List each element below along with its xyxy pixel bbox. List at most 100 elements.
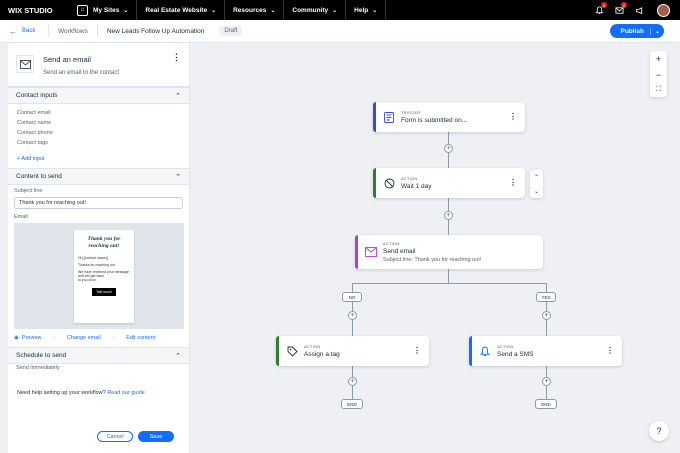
email-template-greeting: Hi {{contact.name}},	[78, 256, 109, 260]
automation-name[interactable]: New Leads Follow Up Automation	[96, 25, 214, 37]
user-avatar[interactable]	[657, 3, 670, 17]
section-contact-inputs[interactable]: Contact inputs ⌃	[8, 87, 189, 104]
menu-my-sites[interactable]: My Sites ⌄	[93, 0, 136, 20]
my-sites-menu[interactable]: ⌂ My Sites ⌄	[63, 0, 136, 20]
add-step-button[interactable]: +	[348, 377, 357, 386]
more-options-icon[interactable]: ⋮	[413, 347, 421, 355]
subject-input[interactable]: Thank you for reaching out!	[14, 197, 183, 209]
preview-actions: ◉ Preview | Change email | Edit content	[8, 329, 189, 343]
cancel-button[interactable]: Cancel	[97, 431, 133, 442]
send-email-node[interactable]: ACTION Send email Subject line: Thank yo…	[355, 235, 543, 269]
trigger-node[interactable]: TRIGGER Form is submitted on... ⋮	[373, 102, 525, 132]
panel-actions: Cancel Save	[97, 431, 174, 442]
node-accent-bar	[373, 102, 376, 132]
connector	[546, 386, 547, 399]
more-options-icon[interactable]: ⋮	[606, 347, 614, 355]
menu-site-name[interactable]: Real Estate Website ⌄	[136, 0, 224, 20]
change-email-button[interactable]: Change email	[67, 335, 101, 341]
back-button[interactable]: ← Back	[0, 27, 48, 36]
zoom-out-icon[interactable]: −	[656, 70, 661, 80]
wait-node[interactable]: ACTION Wait 1 day ⋮	[373, 168, 525, 198]
chevron-up-icon[interactable]: ⌃	[534, 174, 539, 181]
contact-inputs-list: Contact email Contact name Contact phone…	[8, 104, 189, 148]
assign-tag-node[interactable]: ACTION Assign a tag ⋮	[276, 336, 429, 366]
bell-icon	[479, 345, 491, 357]
add-input-button[interactable]: + Add input	[8, 148, 189, 168]
help-button[interactable]: ?	[649, 421, 669, 441]
read-guide-link[interactable]: Read our guide	[107, 390, 145, 396]
more-options-icon[interactable]: ⋮	[509, 179, 517, 187]
send-sms-node[interactable]: ACTION Send a SMS ⋮	[469, 336, 622, 366]
chevron-down-icon[interactable]: ⌄	[649, 27, 664, 35]
email-label: Email	[14, 214, 28, 220]
branch-no-label: NO	[342, 292, 362, 302]
schedule-value: Send immediately	[16, 365, 60, 371]
inbox-icon[interactable]: 5	[609, 0, 629, 20]
connector	[352, 386, 353, 399]
add-step-button[interactable]: +	[444, 144, 453, 153]
chevron-up-icon[interactable]: ⌃	[175, 352, 181, 360]
chevron-down-icon[interactable]: ⌄	[534, 188, 539, 195]
menu-help[interactable]: Help ⌄	[345, 0, 387, 20]
question-icon: ?	[656, 426, 662, 436]
edit-content-button[interactable]: Edit content	[126, 335, 155, 341]
list-item: Contact phone	[17, 130, 53, 136]
wix-studio-logo[interactable]: WIX STUDIO	[0, 6, 63, 15]
more-options-icon[interactable]: ⋮	[172, 53, 181, 86]
megaphone-icon[interactable]	[629, 0, 649, 20]
top-bar: WIX STUDIO ⌂ My Sites ⌄ Real Estate Websi…	[0, 0, 680, 20]
bell-icon[interactable]: 4	[589, 0, 609, 20]
zoom-in-icon[interactable]: +	[656, 54, 661, 64]
connector	[352, 320, 353, 336]
menu-resources[interactable]: Resources ⌄	[224, 0, 283, 20]
add-step-button[interactable]: +	[348, 311, 357, 320]
section-content-to-send[interactable]: Content to send ⌃	[8, 168, 189, 185]
email-template-body: to you soon.	[78, 278, 98, 282]
end-node: END	[535, 399, 557, 409]
zoom-controls: + − ⛶	[650, 51, 667, 97]
status-badge: Draft	[219, 26, 243, 36]
email-template-body: Thanks for reaching out.	[78, 263, 116, 267]
menu-community[interactable]: Community ⌄	[283, 0, 345, 20]
connector	[448, 198, 449, 211]
more-options-icon[interactable]: ⋮	[509, 113, 517, 121]
node-accent-bar	[355, 235, 358, 269]
step-title: Send an email	[43, 55, 91, 64]
chevron-up-icon[interactable]: ⌃	[175, 173, 181, 181]
notification-badge: 4	[601, 2, 607, 8]
node-title: Send email	[383, 248, 416, 255]
section-schedule[interactable]: Schedule to send ⌃	[8, 347, 189, 364]
branch-connector	[352, 283, 546, 284]
connector	[352, 302, 353, 311]
node-title: Form is submitted on...	[401, 117, 468, 124]
connector	[546, 283, 547, 292]
envelope-icon	[16, 55, 34, 73]
envelope-icon	[365, 246, 377, 258]
arrow-left-icon: ←	[9, 26, 17, 36]
node-type-label: ACTION	[304, 344, 321, 349]
reorder-controls: ⌃ ⌄	[530, 170, 543, 198]
chevron-down-icon: ⌄	[372, 7, 378, 14]
publish-button[interactable]: Publish ⌄	[610, 24, 664, 38]
node-type-label: ACTION	[497, 344, 514, 349]
breadcrumb-workflows[interactable]: Workflows	[48, 25, 97, 37]
connector	[546, 320, 547, 336]
save-button[interactable]: Save	[138, 431, 174, 442]
add-step-button[interactable]: +	[542, 377, 551, 386]
chevron-up-icon[interactable]: ⌃	[175, 92, 181, 100]
workflow-canvas[interactable]: + + NO YES + + + + END END TRIGGER Form …	[190, 43, 680, 453]
divider: |	[112, 334, 115, 341]
eye-icon: ◉	[14, 334, 19, 341]
node-accent-bar	[373, 168, 376, 198]
editor-toolbar: ← Back Workflows New Leads Follow Up Auto…	[0, 20, 680, 43]
preview-button[interactable]: ◉ Preview	[14, 335, 41, 341]
fit-screen-icon[interactable]: ⛶	[656, 86, 661, 94]
step-header: Send an email Send an email to the conta…	[8, 43, 189, 87]
add-step-button[interactable]: +	[542, 311, 551, 320]
chevron-down-icon: ⌄	[211, 7, 217, 14]
connector	[352, 366, 353, 377]
node-accent-bar	[469, 336, 472, 366]
email-template-card: Thank you for reaching out! Hi {{contact…	[74, 230, 134, 323]
list-item: Contact email	[17, 110, 51, 116]
add-step-button[interactable]: +	[444, 211, 453, 220]
